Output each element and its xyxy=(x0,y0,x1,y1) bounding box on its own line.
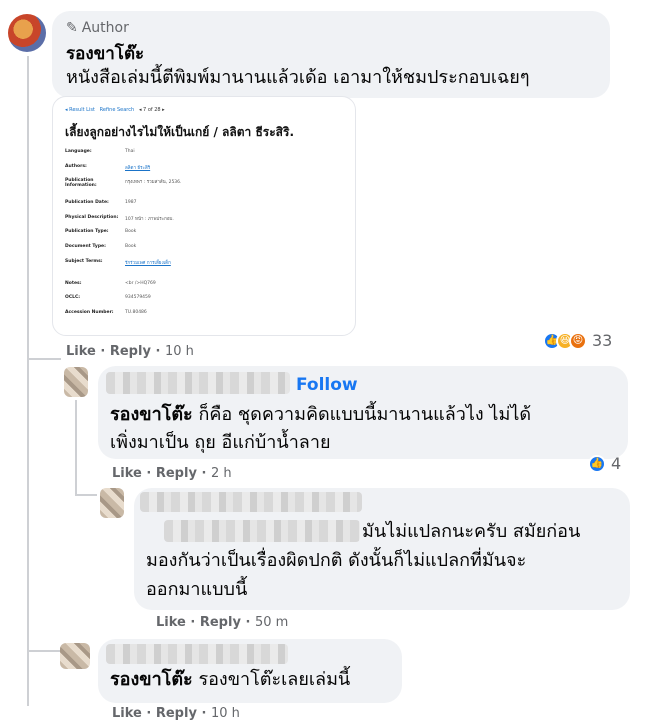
attached-image-book-record[interactable]: ◂ Result List Refine Search ◂ 7 of 28 ▸ … xyxy=(52,96,356,336)
table-row: Document Type: Book xyxy=(65,242,181,257)
field-key: Publication Date: xyxy=(65,200,109,206)
thread-line xyxy=(27,358,61,360)
field-value: 1987 xyxy=(125,200,137,206)
field-value: Book xyxy=(125,243,137,249)
reaction-summary[interactable]: 👍 😆 😡 33 xyxy=(543,331,612,350)
field-value: Thai xyxy=(125,149,135,154)
author-avatar[interactable] xyxy=(8,14,46,52)
field-key: Subject Terms: xyxy=(65,258,103,264)
timestamp[interactable]: 50 m xyxy=(255,615,288,630)
thread-line xyxy=(75,400,77,495)
table-row: Publication Date: 1987 xyxy=(65,198,181,213)
timestamp[interactable]: 10 h xyxy=(211,706,240,721)
reply-avatar[interactable] xyxy=(60,643,90,669)
field-value: รักร่วมเพศ การเลี้ยงเด็ก xyxy=(125,260,171,266)
field-key: Publication Type: xyxy=(65,229,109,235)
author-badge-label: Author xyxy=(81,20,129,36)
reply-actions: Like · Reply · 50 m xyxy=(156,615,289,630)
reply-text-line: มันไม่แปลกนะครับ สมัยก่อน xyxy=(362,521,581,542)
reply-text: รองขาโต๊ะ รองขาโต๊ะเลยเล่มนี้ xyxy=(110,664,350,695)
result-list-link: ◂ Result List xyxy=(65,107,95,113)
timestamp[interactable]: 10 h xyxy=(165,344,194,359)
field-key: Physical Description: xyxy=(65,214,119,220)
field-value: กรุงเทพฯ : รวมสาส์น, 2536. xyxy=(125,180,182,186)
field-value: 934579459 xyxy=(125,295,151,301)
reply-text-line: เพิ่งมาเป็น ถุย อีแก่บ้าน้ำลาย xyxy=(110,432,331,453)
reply-actions: Like · Reply · 10 h xyxy=(112,706,240,721)
field-value: ลลิตา ธีระสิริ xyxy=(125,165,151,171)
blurred-name xyxy=(106,644,288,664)
field-value: Book xyxy=(125,229,137,235)
like-reaction-icon: 👍 xyxy=(588,454,606,473)
reaction-count: 33 xyxy=(592,331,613,350)
table-row: Publication Information: กรุงเทพฯ : รวมสา… xyxy=(65,176,181,198)
reaction-summary[interactable]: 👍 4 xyxy=(588,454,621,473)
reply-button[interactable]: Reply xyxy=(156,706,197,721)
field-value: 107 หน้า : ภาพประกอบ. xyxy=(125,216,174,222)
table-row: Publication Type: Book xyxy=(65,227,181,242)
blurred-name xyxy=(106,372,290,394)
field-key: Publication Information: xyxy=(65,178,97,189)
field-key: Authors: xyxy=(65,163,87,169)
reply-button[interactable]: Reply xyxy=(200,615,241,630)
field-key: OCLC: xyxy=(65,295,81,301)
like-button[interactable]: Like xyxy=(112,706,142,721)
angry-reaction-icon: 😡 xyxy=(569,331,587,350)
reply-actions: Like · Reply · 2 h xyxy=(112,466,232,481)
thread-line xyxy=(27,56,29,706)
reply-avatar[interactable] xyxy=(64,367,88,397)
blurred-name xyxy=(140,492,362,512)
timestamp[interactable]: 2 h xyxy=(211,466,232,481)
field-value: <br />HQ769 xyxy=(125,280,156,286)
thread-line xyxy=(75,494,97,496)
record-nav: ◂ Result List Refine Search ◂ 7 of 28 ▸ xyxy=(65,107,165,113)
like-button[interactable]: Like xyxy=(156,615,186,630)
reply-text: รองขาโต๊ะ ก็คือ ชุดความคิดแบบนี้มานานแล้… xyxy=(110,399,531,430)
blurred-text xyxy=(164,520,360,542)
reply-text-line: มองกันว่าเป็นเรื่องผิดปกติ ดังนั้นก็ไม่แ… xyxy=(146,550,527,571)
field-key: Notes: xyxy=(65,280,82,286)
comment-text: หนังสือเล่มนี้ตีพิมพ์มานานแล้วเด้อ เอามา… xyxy=(66,67,530,88)
comment-actions: Like · Reply · 10 h xyxy=(66,344,194,359)
table-row: Authors: ลลิตา ธีระสิริ xyxy=(65,162,181,177)
reply-button[interactable]: Reply xyxy=(110,344,151,359)
table-row: Subject Terms: รักร่วมเพศ การเลี้ยงเด็ก xyxy=(65,257,181,279)
reaction-count: 4 xyxy=(611,454,622,473)
like-button[interactable]: Like xyxy=(112,466,142,481)
mentioned-name[interactable]: รองขาโต๊ะ xyxy=(110,404,193,425)
table-row: OCLC: 934579459 xyxy=(65,293,181,308)
mentioned-name[interactable]: รองขาโต๊ะ xyxy=(110,669,193,690)
record-position: ◂ 7 of 28 ▸ xyxy=(138,107,165,113)
reply-text-line: รองขาโต๊ะเลยเล่มนี้ xyxy=(198,669,351,690)
author-badge: ✎ Author xyxy=(66,20,129,36)
table-row: Physical Description: 107 หน้า : ภาพประกอ… xyxy=(65,213,181,228)
reply-avatar[interactable] xyxy=(100,488,124,518)
reply-text-line: ก็คือ ชุดความคิดแบบนี้มานานแล้วไง ไม่ได้ xyxy=(198,404,532,425)
book-title: เลี้ยงลูกอย่างไรไม่ให้เป็นเกย์ / ลลิตา ธ… xyxy=(65,125,295,139)
like-button[interactable]: Like xyxy=(66,344,96,359)
reply-button[interactable]: Reply xyxy=(156,466,197,481)
table-row: Accession Number: TU.80486 xyxy=(65,308,181,323)
field-key: Language: xyxy=(65,149,92,154)
thread-line xyxy=(27,650,61,652)
table-row: Language: Thai xyxy=(65,147,181,162)
follow-button[interactable]: Follow xyxy=(296,375,358,395)
reply-text-line: ออกมาแบบนี้ xyxy=(146,579,248,600)
record-fields-table: Language: Thai Authors: ลลิตา ธีระสิริ Pub… xyxy=(65,147,181,322)
pencil-icon: ✎ xyxy=(66,20,78,36)
table-row: Notes: <br />HQ769 xyxy=(65,279,181,294)
field-key: Document Type: xyxy=(65,243,106,249)
refine-search-link: Refine Search xyxy=(99,107,135,113)
field-key: Accession Number: xyxy=(65,309,114,315)
field-value: TU.80486 xyxy=(125,309,147,315)
